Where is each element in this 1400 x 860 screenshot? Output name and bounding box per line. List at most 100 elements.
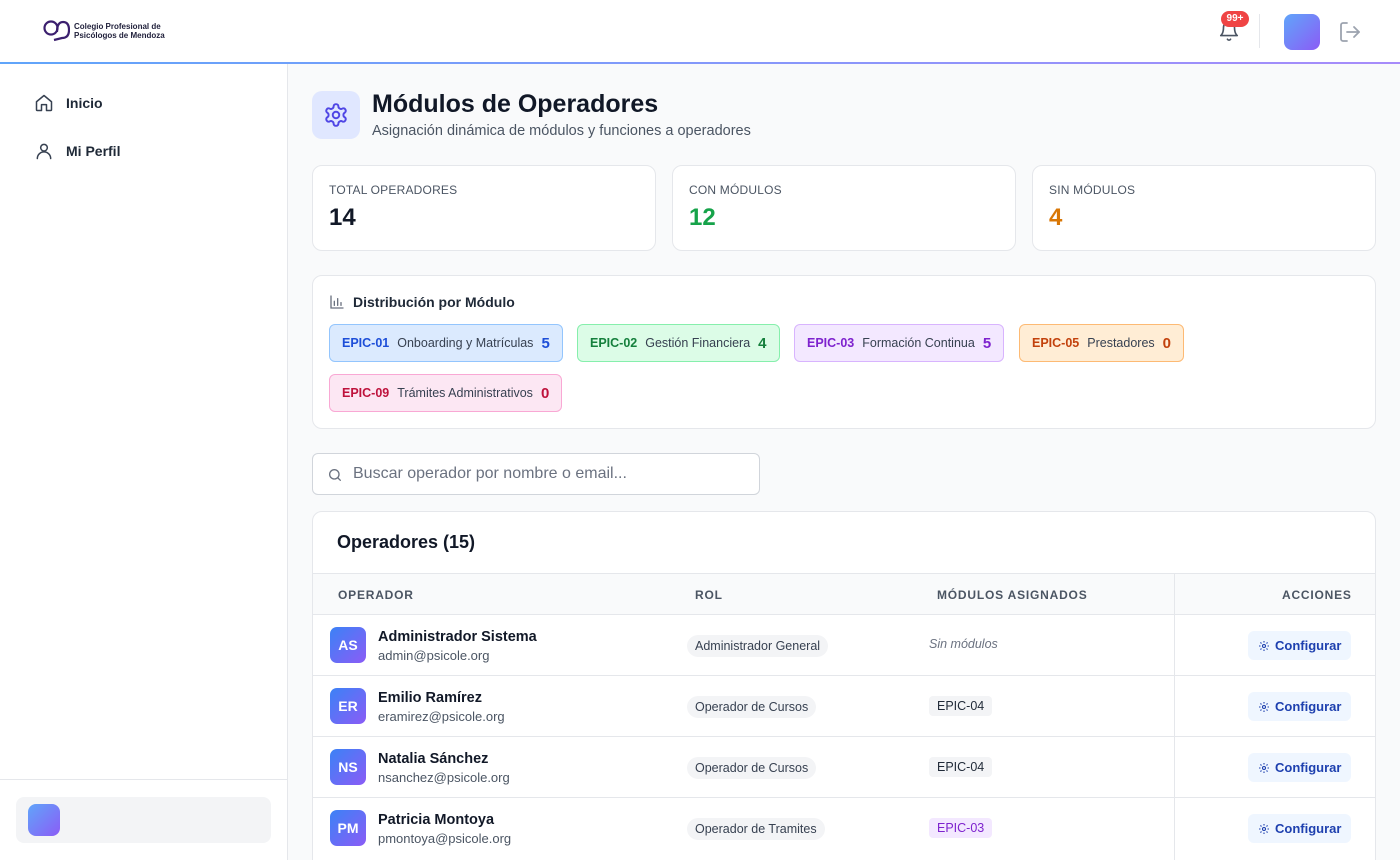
stat-card-con-modulos: CON MÓDULOS 12: [672, 165, 1016, 251]
gear-icon: [325, 103, 347, 127]
user-icon: [36, 143, 52, 160]
table-row: AS Administrador Sistema admin@psicole.o…: [313, 614, 1375, 675]
gear-icon: [1259, 823, 1269, 834]
role-badge: Operador de Cursos: [687, 696, 817, 718]
top-header: Colegio Profesional de Psicólogos de Men…: [0, 0, 1400, 62]
sidebar-divider: [0, 779, 287, 780]
operator-name: Emilio Ramírez: [378, 690, 482, 706]
table-row: NS Natalia Sánchez nsanchez@psicole.org …: [313, 736, 1375, 797]
operator-email: eramirez@psicole.org: [378, 709, 505, 724]
chip-name: Gestión Financiera: [645, 336, 751, 350]
chip-code: EPIC-09: [342, 386, 390, 400]
search-icon: [329, 469, 341, 481]
configure-button[interactable]: Configurar: [1248, 753, 1352, 782]
avatar: AS: [330, 627, 366, 663]
sidebar-item-inicio[interactable]: Inicio: [16, 83, 272, 123]
module-chip-epic-09[interactable]: EPIC-09 Trámites Administrativos 0: [329, 374, 563, 412]
column-header-rol: ROL: [695, 588, 723, 602]
configure-button[interactable]: Configurar: [1248, 692, 1352, 721]
operators-table-card: Operadores (15) OPERADOR ROL MÓDULOS ASI…: [312, 511, 1376, 860]
chip-count: 5: [541, 334, 550, 352]
avatar: NS: [330, 749, 366, 785]
chip-count: 5: [982, 334, 992, 352]
page-title: Módulos de Operadores: [372, 90, 659, 118]
stat-label: SIN MÓDULOS: [1049, 183, 1136, 197]
module-badge: EPIC-03: [929, 818, 993, 838]
chip-name: Onboarding y Matrículas: [397, 336, 534, 350]
gear-icon: [1259, 640, 1269, 651]
search-input[interactable]: [353, 454, 753, 494]
chip-code: EPIC-02: [590, 336, 638, 350]
distribution-title: Distribución por Módulo: [329, 294, 515, 310]
configure-button-label: Configurar: [1275, 699, 1342, 714]
sidebar-item-label: Inicio: [66, 95, 103, 111]
logo-text-line2: Psicólogos de Mendoza: [74, 31, 165, 40]
configure-button[interactable]: Configurar: [1248, 631, 1352, 660]
distribution-card: Distribución por Módulo EPIC-01 Onboardi…: [312, 275, 1376, 429]
sidebar-user-card[interactable]: [16, 797, 271, 843]
table-row: ER Emilio Ramírez eramirez@psicole.org O…: [313, 675, 1375, 736]
chip-count: 0: [540, 384, 550, 402]
logo-mark-icon: [43, 20, 70, 42]
sidebar-item-mi-perfil[interactable]: Mi Perfil: [16, 131, 272, 171]
settings-title-icon: [312, 91, 360, 139]
operator-name: Administrador Sistema: [378, 629, 537, 645]
logo-text-line1: Colegio Profesional de: [74, 22, 161, 31]
chip-name: Formación Continua: [862, 336, 975, 350]
stat-value: 4: [1049, 204, 1063, 231]
column-header-acciones: ACCIONES: [1282, 588, 1352, 602]
search-box: [312, 453, 760, 495]
module-chip-epic-02[interactable]: EPIC-02 Gestión Financiera 4: [577, 324, 780, 362]
module-badge: EPIC-04: [929, 696, 993, 716]
chip-count: 4: [758, 334, 767, 352]
operator-email: pmontoya@psicole.org: [378, 831, 512, 846]
module-chip-epic-05[interactable]: EPIC-05 Prestadores 0: [1019, 324, 1184, 362]
stat-card-total: TOTAL OPERADORES 14: [312, 165, 656, 251]
operator-name: Patricia Montoya: [378, 812, 495, 828]
sidebar-item-label: Mi Perfil: [66, 143, 121, 159]
stat-value: 14: [329, 204, 356, 231]
table-title: Operadores (15): [337, 532, 476, 552]
sidebar: Inicio Mi Perfil: [0, 64, 288, 860]
stat-value: 12: [689, 204, 716, 231]
configure-button-label: Configurar: [1275, 821, 1342, 836]
stat-card-sin-modulos: SIN MÓDULOS 4: [1032, 165, 1376, 251]
notification-badge: 99+: [1221, 11, 1249, 27]
column-header-operador: OPERADOR: [338, 588, 414, 602]
module-badge: EPIC-04: [929, 757, 993, 777]
avatar: [28, 804, 60, 836]
operator-name: Natalia Sánchez: [378, 751, 489, 767]
gear-icon: [1259, 701, 1269, 712]
operator-email: nsanchez@psicole.org: [378, 770, 510, 785]
logout-icon[interactable]: [1338, 20, 1362, 44]
chip-code: EPIC-03: [807, 336, 855, 350]
header-divider: [1259, 14, 1260, 48]
configure-button[interactable]: Configurar: [1248, 814, 1352, 843]
module-chip-epic-01[interactable]: EPIC-01 Onboarding y Matrículas 5: [329, 324, 563, 362]
role-badge: Administrador General: [687, 635, 829, 657]
role-badge: Operador de Tramites: [687, 818, 825, 840]
avatar: ER: [330, 688, 366, 724]
role-badge: Operador de Cursos: [687, 757, 817, 779]
column-header-modulos: MÓDULOS ASIGNADOS: [937, 588, 1088, 602]
logo[interactable]: Colegio Profesional de Psicólogos de Men…: [42, 18, 165, 44]
table-header: OPERADOR ROL MÓDULOS ASIGNADOS ACCIONES: [313, 573, 1375, 615]
configure-button-label: Configurar: [1275, 638, 1342, 653]
configure-button-label: Configurar: [1275, 760, 1342, 775]
chip-code: EPIC-01: [342, 336, 390, 350]
bar-chart-icon: [330, 295, 344, 309]
distribution-title-text: Distribución por Módulo: [353, 294, 515, 310]
logo-text: Colegio Profesional de Psicólogos de Men…: [74, 22, 165, 40]
user-avatar[interactable]: [1284, 14, 1320, 50]
operator-email: admin@psicole.org: [378, 648, 490, 663]
no-modules-label: Sin módulos: [929, 637, 998, 651]
stat-label: TOTAL OPERADORES: [329, 183, 458, 197]
avatar: PM: [330, 810, 366, 846]
page-subtitle: Asignación dinámica de módulos y funcion…: [372, 123, 751, 139]
home-icon: [35, 94, 53, 112]
module-chip-epic-03[interactable]: EPIC-03 Formación Continua 5: [794, 324, 1005, 362]
chip-name: Prestadores: [1087, 336, 1155, 350]
table-row: PM Patricia Montoya pmontoya@psicole.org…: [313, 797, 1375, 858]
gear-icon: [1259, 762, 1269, 773]
chip-name: Trámites Administrativos: [397, 386, 533, 400]
